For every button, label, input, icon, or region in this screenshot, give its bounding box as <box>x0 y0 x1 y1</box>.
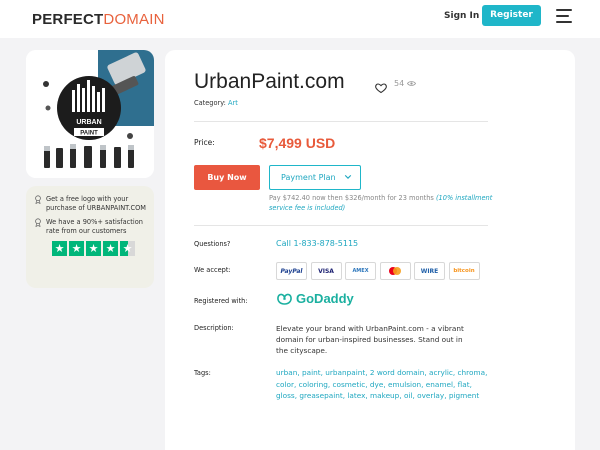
bitcoin-icon: bitcoin <box>448 262 480 280</box>
heart-icon[interactable] <box>375 79 387 94</box>
domain-details-card: UrbanPaint.com 54 Category: Art Price: $… <box>165 50 575 450</box>
category-label: Category: <box>194 99 226 107</box>
tags-label: Tags: <box>194 369 211 377</box>
domain-image: URBAN PAINT <box>26 50 154 178</box>
logo-part-domain: DOMAIN <box>103 11 165 28</box>
star-icon: ★ <box>69 240 84 256</box>
payment-plan-dropdown[interactable]: Payment Plan <box>269 165 361 190</box>
category-link[interactable]: Art <box>228 99 238 107</box>
price-label: Price: <box>194 138 215 147</box>
view-count: 54 <box>394 79 416 88</box>
godaddy-icon <box>277 293 292 305</box>
buy-now-button[interactable]: Buy Now <box>194 165 260 190</box>
perk-free-logo: Get a free logo with your purchase of UR… <box>34 195 146 214</box>
divider <box>194 225 488 226</box>
paypal-icon: PayPal <box>276 262 307 280</box>
hamburger-menu-icon[interactable] <box>556 9 572 23</box>
amex-icon: AMEX <box>345 262 376 280</box>
description-text: Elevate your brand with UrbanPaint.com -… <box>276 324 464 355</box>
divider <box>194 121 488 122</box>
ribbon-icon <box>34 218 42 237</box>
domain-title: UrbanPaint.com <box>194 70 345 93</box>
registrar-name: GoDaddy <box>296 291 354 306</box>
phone-link[interactable]: Call 1-833-878-5115 <box>276 239 358 248</box>
visa-icon: VISA <box>310 262 342 280</box>
payment-plan-label: Payment Plan <box>281 173 336 182</box>
mastercard-icon <box>379 262 411 280</box>
perk-satisfaction-text: We have a 90%+ satisfaction rate from ou… <box>46 217 143 236</box>
payment-plan-note: Pay $742.40 now then $326/month for 23 m… <box>269 193 493 213</box>
logo-part-perfect: PERFECT <box>32 11 104 28</box>
perk-satisfaction: We have a 90%+ satisfaction rate from ou… <box>34 218 146 237</box>
site-header: PERFECTDOMAIN Sign In Register <box>0 0 600 38</box>
questions-label: Questions? <box>194 240 231 248</box>
svg-text:URBAN: URBAN <box>76 119 101 126</box>
star-icon: ★ <box>86 240 101 256</box>
star-icon: ★ <box>103 240 118 256</box>
half-star-icon: ★ <box>120 240 135 256</box>
site-logo[interactable]: PERFECTDOMAIN <box>32 11 165 28</box>
register-button[interactable]: Register <box>482 5 541 26</box>
eye-icon <box>406 81 416 86</box>
star-icon: ★ <box>52 240 67 256</box>
ribbon-icon <box>34 195 42 214</box>
tags-list[interactable]: urban, paint, urbanpaint, 2 word domain,… <box>276 367 494 402</box>
price-value: $7,499 USD <box>259 135 336 151</box>
svg-text:PAINT: PAINT <box>80 131 98 137</box>
trustpilot-rating: ★ ★ ★ ★ ★ <box>52 240 146 256</box>
description-label: Description: <box>194 324 234 332</box>
payment-methods: PayPal VISA AMEX WIRE bitcoin <box>276 262 480 280</box>
wire-transfer-icon: WIRE <box>414 262 445 280</box>
accept-label: We accept: <box>194 266 231 274</box>
plan-note-text: Pay $742.40 now then $326/month for 23 m… <box>269 194 434 202</box>
perk-free-logo-text: Get a free logo with your purchase of UR… <box>46 195 146 213</box>
registered-label: Registered with: <box>194 297 248 305</box>
sign-in-link[interactable]: Sign In <box>444 11 479 21</box>
godaddy-logo: GoDaddy <box>276 291 354 306</box>
view-count-value: 54 <box>394 79 405 88</box>
category-line: Category: Art <box>194 99 238 107</box>
urban-paint-logo-illustration: URBAN PAINT <box>26 50 154 178</box>
perks-panel: Get a free logo with your purchase of UR… <box>26 186 154 288</box>
chevron-down-icon <box>344 175 352 179</box>
